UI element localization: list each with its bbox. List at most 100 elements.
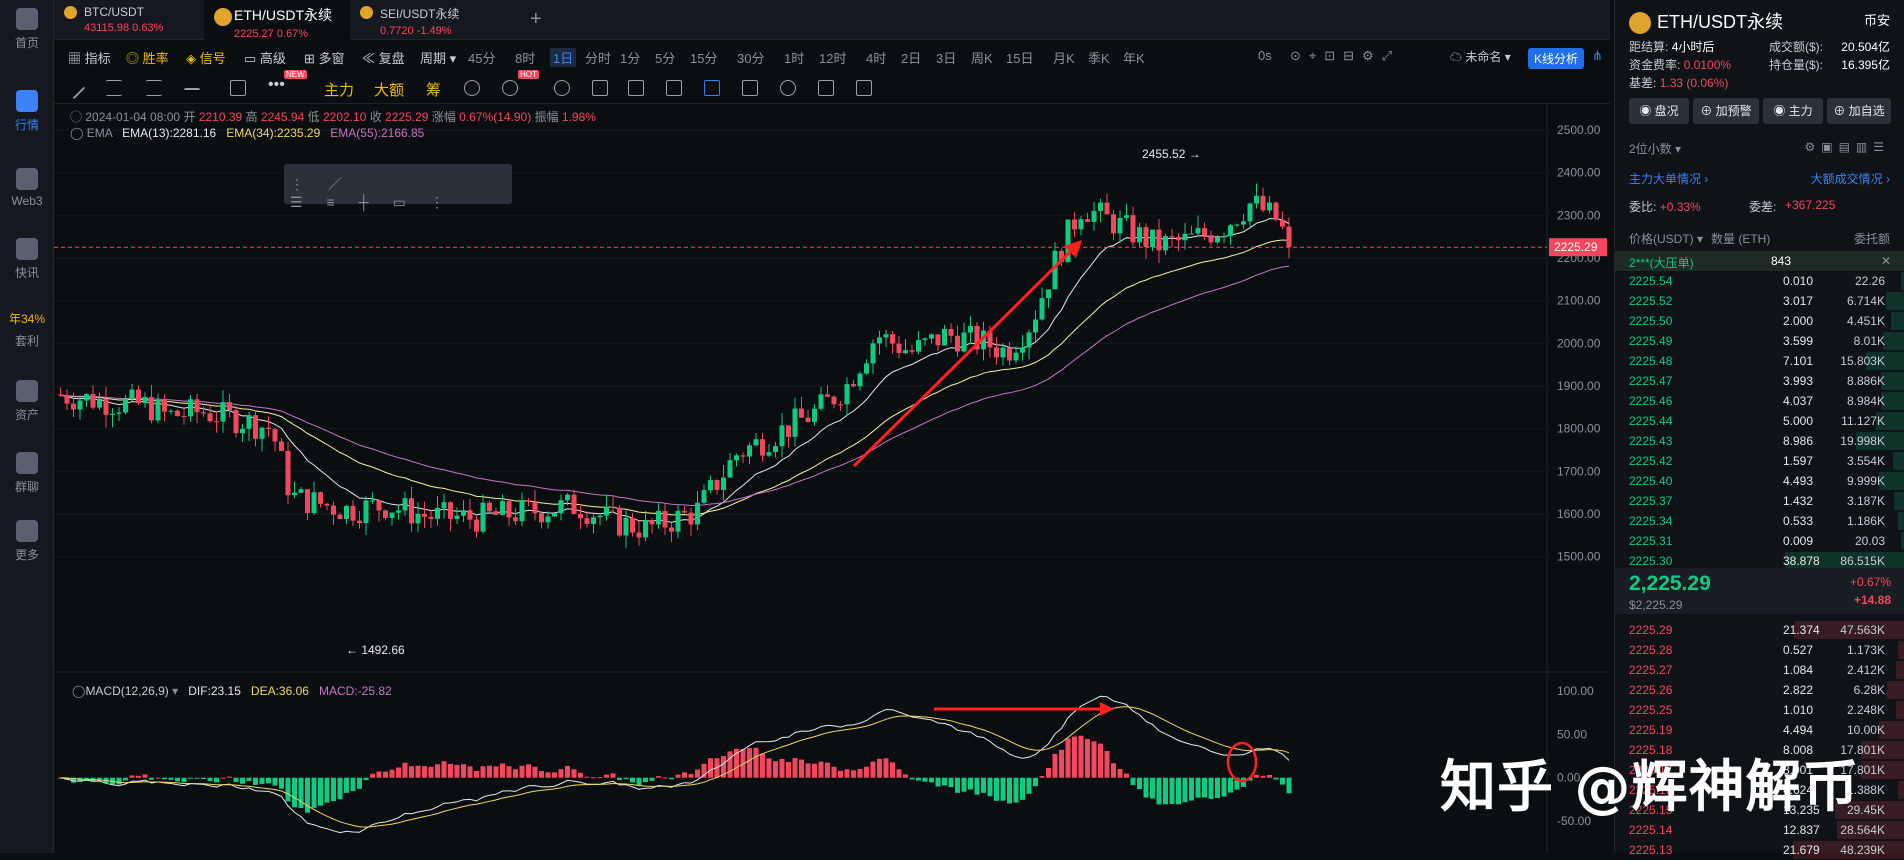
interval-12时[interactable]: 12时 xyxy=(819,48,846,67)
alert-icon[interactable] xyxy=(502,80,518,96)
interval-分时[interactable]: 分时 xyxy=(585,48,611,67)
main-order-link[interactable]: 主力大单情况 xyxy=(1629,172,1701,186)
pen-icon[interactable] xyxy=(554,80,570,96)
add-alert-button[interactable]: ⊕ 加预警 xyxy=(1693,98,1759,124)
orderbook-row[interactable]: 2225.493.5998.01K xyxy=(1615,331,1904,351)
channel-icon[interactable] xyxy=(146,80,162,96)
parallel-icon[interactable] xyxy=(106,80,122,96)
tab-eth-perp[interactable]: ETH/USDT永续2225.27 0.67% xyxy=(204,0,350,40)
add-tab-icon[interactable]: + xyxy=(530,8,542,31)
interval-2日[interactable]: 2日 xyxy=(901,48,921,67)
orderbook-row[interactable]: 2225.194.49410.00K xyxy=(1615,720,1904,740)
interval-季K[interactable]: 季K xyxy=(1088,48,1110,67)
sidebar-item-6[interactable]: 资产 xyxy=(0,380,54,423)
large-amount-button[interactable]: 大额 xyxy=(374,79,404,100)
sidebar-item-7[interactable]: 群聊 xyxy=(0,452,54,495)
interval-30分[interactable]: 30分 xyxy=(737,48,764,67)
orderbook-row[interactable]: 2225.540.01022.26 xyxy=(1615,271,1904,291)
interval-4时[interactable]: 4时 xyxy=(866,48,886,67)
interval-8时[interactable]: 8时 xyxy=(515,48,535,67)
orderbook-row[interactable]: 2225.404.4939.999K xyxy=(1615,471,1904,491)
sidebar-item-8[interactable]: 更多 xyxy=(0,520,54,563)
orderbook-row[interactable]: 2225.2921.37447.563K xyxy=(1615,620,1904,640)
big-order-row[interactable]: 2***(大压单)843✕ xyxy=(1615,251,1904,271)
kline-chart[interactable]: 2500.002400.002300.002200.002100.002000.… xyxy=(54,104,1610,853)
interval-周K[interactable]: 周K xyxy=(971,48,993,67)
signal-button[interactable]: ◈ 信号 xyxy=(186,48,226,67)
chip-button[interactable]: 筹 xyxy=(426,79,441,100)
interval-年K[interactable]: 年K xyxy=(1123,48,1145,67)
orderbook-row[interactable]: 2225.262.8226.28K xyxy=(1615,680,1904,700)
edit-icon[interactable] xyxy=(742,80,758,96)
orderbook-row[interactable]: 2225.1412.83728.564K xyxy=(1615,820,1904,840)
replay-button[interactable]: ≪ 复盘 xyxy=(362,48,405,67)
tool-icons[interactable]: ⊙⌖⊡⊟⚙⤢ xyxy=(1290,48,1400,64)
interval-1日[interactable]: 1日 xyxy=(550,48,576,67)
link-icon[interactable] xyxy=(780,80,796,96)
lock-icon[interactable] xyxy=(666,80,682,96)
orderbook-row[interactable]: 2225.421.5973.554K xyxy=(1615,451,1904,471)
sidebar-item-2[interactable]: Web3 xyxy=(0,168,54,208)
main-force-panel-button[interactable]: ◉ 主力 xyxy=(1763,98,1823,124)
interval-3日[interactable]: 3日 xyxy=(936,48,956,67)
add-watchlist-button[interactable]: ⊕ 加自选 xyxy=(1827,98,1891,124)
indicator-button[interactable]: ▦ 指标 xyxy=(68,48,111,67)
decimal-dropdown[interactable]: 2位小数 ▾⚙▣▤▥☰ xyxy=(1629,140,1890,160)
close-icon[interactable]: ✕ xyxy=(1881,254,1891,268)
orderbook-row[interactable]: 2225.271.0842.412K xyxy=(1615,660,1904,680)
orderbook-row[interactable]: 2225.438.98619.998K xyxy=(1615,431,1904,451)
orderbook-row[interactable]: 2225.502.0004.451K xyxy=(1615,311,1904,331)
orderbook-row[interactable]: 2225.310.00920.03 xyxy=(1615,531,1904,551)
view-icons[interactable]: ⚙▣▤▥☰ xyxy=(1804,140,1890,154)
visible-icon[interactable] xyxy=(704,80,720,96)
orderbook-row[interactable]: 2225.464.0378.984K xyxy=(1615,391,1904,411)
kline-analysis-button[interactable]: K线分析 xyxy=(1528,48,1584,69)
drawing-palette[interactable]: ⋮／☰≡┼▭⋮ xyxy=(284,164,512,204)
orderbook-row[interactable]: 2225.280.5271.173K xyxy=(1615,640,1904,660)
magnet-icon[interactable] xyxy=(464,80,480,96)
orderbook-row[interactable]: 2225.1321.67948.239K xyxy=(1615,840,1904,860)
period-dropdown[interactable]: 周期 ▾ xyxy=(420,48,456,67)
measure-icon[interactable] xyxy=(628,80,644,96)
overview-button[interactable]: ◉ 盘况 xyxy=(1629,98,1689,124)
filter-icon[interactable] xyxy=(818,80,834,96)
interval-1分[interactable]: 1分 xyxy=(620,48,640,67)
sidebar-item-3[interactable]: 快讯 xyxy=(0,238,54,281)
hline-icon[interactable] xyxy=(184,88,200,104)
orderbook-row[interactable]: 2225.473.9938.886K xyxy=(1615,371,1904,391)
interval-5分[interactable]: 5分 xyxy=(655,48,675,67)
sidebar-item-5[interactable]: 套利 xyxy=(0,332,54,349)
advanced-button[interactable]: ▭ 高级 xyxy=(244,48,286,67)
trendline-icon[interactable] xyxy=(63,77,86,100)
macd-bar xyxy=(221,778,226,779)
big-trade-link[interactable]: 大额成交情况 › xyxy=(1811,170,1890,187)
interval-1时[interactable]: 1时 xyxy=(784,48,804,67)
share-icon[interactable]: ⋔ xyxy=(1592,48,1603,64)
winrate-button[interactable]: ◎ 胜率 xyxy=(126,48,169,67)
more-icon[interactable]: ••• xyxy=(268,76,285,94)
orderbook-row[interactable]: 2225.487.10115.803K xyxy=(1615,351,1904,371)
multi-window-button[interactable]: ⊞ 多窗 xyxy=(304,48,345,67)
interval-月K[interactable]: 月K xyxy=(1053,48,1075,67)
tab-sei-perp[interactable]: SEI/USDT永续0.7720 -1.49% xyxy=(350,0,500,40)
interval-45分[interactable]: 45分 xyxy=(468,48,495,67)
brush-icon[interactable] xyxy=(592,80,608,96)
tab-btc[interactable]: BTC/USDT43115.98 0.63% xyxy=(54,0,204,40)
orderbook-row[interactable]: 2225.523.0176.714K xyxy=(1615,291,1904,311)
trash-icon[interactable] xyxy=(856,80,872,96)
sidebar-item-4[interactable]: 年34% xyxy=(0,310,54,327)
main-force-button[interactable]: 主力 xyxy=(324,79,354,100)
sidebar-item-0[interactable]: 首页 xyxy=(0,8,54,51)
orderbook-row[interactable]: 2225.340.5331.186K xyxy=(1615,511,1904,531)
orderbook-row[interactable]: 2225.445.00011.127K xyxy=(1615,411,1904,431)
rect-icon[interactable] xyxy=(230,80,246,96)
palette-tools[interactable]: ⋮／☰≡┼▭⋮ xyxy=(290,174,512,211)
interval-15日[interactable]: 15日 xyxy=(1006,48,1033,67)
sidebar-item-1[interactable]: 行情 xyxy=(0,90,54,133)
candle-body xyxy=(468,510,473,519)
exchange-dropdown[interactable]: 币安 xyxy=(1864,10,1890,29)
orderbook-row[interactable]: 2225.251.0102.248K xyxy=(1615,700,1904,720)
interval-15分[interactable]: 15分 xyxy=(690,48,717,67)
layout-name[interactable]: ☁ 未命名 ▾ xyxy=(1450,48,1511,65)
orderbook-row[interactable]: 2225.371.4323.187K xyxy=(1615,491,1904,511)
